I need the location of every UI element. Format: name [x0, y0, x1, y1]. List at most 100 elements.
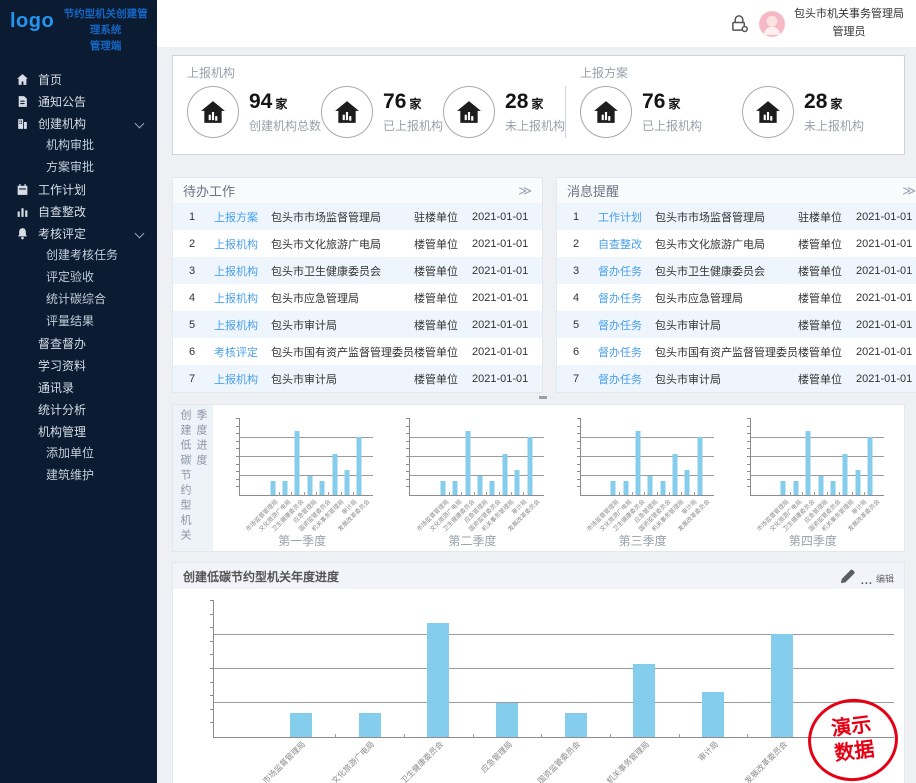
row-link[interactable]: 上报机构	[205, 371, 267, 387]
user-org: 包头市机关事务管理局	[794, 6, 904, 23]
sidebar-item-label: 首页	[38, 71, 62, 88]
stat-unit: 家	[830, 97, 842, 111]
sidebar-item-工作计划[interactable]: 工作计划	[0, 178, 157, 200]
row-unit-type: 楼管单位	[414, 344, 472, 360]
sidebar-item-自查整改[interactable]: 自查整改	[0, 200, 157, 222]
house-icon	[321, 86, 373, 138]
stats-group-label: 上报机构	[187, 64, 565, 81]
row-index: 1	[179, 211, 205, 223]
sidebar-subitem-机构审批[interactable]: 机构审批	[0, 134, 157, 156]
row-link[interactable]: 上报方案	[205, 209, 267, 225]
sidebar-subitem-统计碳综合[interactable]: 统计碳综合	[0, 288, 157, 310]
sidebar-item-考核评定[interactable]: 考核评定	[0, 222, 157, 244]
bar-发展改革委员会	[868, 437, 873, 495]
blank-icon	[16, 403, 29, 416]
sidebar-item-统计分析[interactable]: 统计分析	[0, 398, 157, 420]
chart-plot	[213, 601, 894, 738]
row-link[interactable]: 督办任务	[589, 263, 651, 279]
row-link[interactable]: 考核评定	[205, 344, 267, 360]
stat-value: 76家	[383, 90, 443, 113]
blank-icon	[16, 337, 29, 350]
stamp-line2: 数据	[833, 738, 876, 768]
sidebar-item-学习资料[interactable]: 学习资料	[0, 354, 157, 376]
row-org: 包头市市场监督管理局	[267, 209, 414, 225]
chevron-down-icon	[135, 119, 145, 129]
sidebar-item-label: 学习资料	[38, 357, 86, 374]
bar-文化旅游广电局	[283, 481, 288, 495]
row-date: 2021-01-01	[472, 292, 536, 304]
sidebar-item-督查督办[interactable]: 督查督办	[0, 332, 157, 354]
row-link[interactable]: 督办任务	[589, 344, 651, 360]
sidebar-item-label: 自查整改	[38, 203, 86, 220]
bar-市场监督管理局	[270, 481, 275, 495]
stat-unit: 家	[275, 97, 287, 111]
row-link[interactable]: 上报机构	[205, 236, 267, 252]
row-link[interactable]: 工作计划	[589, 209, 651, 225]
row-unit-type: 楼管单位	[798, 371, 856, 387]
calendar-icon	[16, 183, 29, 196]
todo-panel-title: 待办工作	[183, 181, 235, 200]
lock-icon[interactable]	[729, 14, 750, 33]
logo-area: logo 节约型机关创建管理系统 管理端	[0, 0, 157, 58]
row-index: 5	[179, 319, 205, 331]
stat-value: 94家	[249, 90, 321, 113]
row-unit-type: 楼管单位	[414, 236, 472, 252]
sidebar-subitem-评量结果[interactable]: 评量结果	[0, 310, 157, 332]
sidebar-subitem-添加单位[interactable]: 添加单位	[0, 442, 157, 464]
main-content: 上报机构 94家创建机构总数76家已上报机构28家未上报机构 上报方案 76家已…	[157, 47, 916, 783]
table-row: 2自查整改包头市文化旅游广电局楼管单位2021-01-01	[557, 230, 916, 257]
sidebar-item-首页[interactable]: 首页	[0, 68, 157, 90]
bar-卫生健康委员会	[465, 431, 470, 495]
stat-unit: 家	[668, 97, 680, 111]
row-link[interactable]: 督办任务	[589, 371, 651, 387]
stats-row: 94家创建机构总数76家已上报机构28家未上报机构	[187, 86, 565, 138]
row-link[interactable]: 上报机构	[205, 263, 267, 279]
row-unit-type: 楼管单位	[798, 290, 856, 306]
sidebar-item-通知公告[interactable]: 通知公告	[0, 90, 157, 112]
more-arrow-icon[interactable]: ≫	[518, 183, 532, 199]
sidebar-item-机构管理[interactable]: 机构管理	[0, 420, 157, 442]
bar-应急管理局	[307, 476, 312, 495]
row-unit-type: 楼管单位	[798, 236, 856, 252]
message-panel: 消息提醒 ≫ 1工作计划包头市市场监督管理局驻楼单位2021-01-012自查整…	[556, 177, 916, 393]
stat-caption: 未上报机构	[505, 117, 565, 134]
row-link[interactable]: 上报机构	[205, 290, 267, 306]
todo-panel-header: 待办工作 ≫	[173, 178, 542, 203]
sidebar-item-label: 通讯录	[38, 379, 74, 396]
row-link[interactable]: 督办任务	[589, 290, 651, 306]
sidebar-subitem-方案审批[interactable]: 方案审批	[0, 156, 157, 178]
quarter-chart-第四季度: 市场监督管理局文化旅游广电局卫生健康委员会应急管理局国资监管委员会机关事务管理局…	[728, 417, 898, 549]
stats-group-report-org: 上报机构 94家创建机构总数76家已上报机构28家未上报机构	[173, 56, 565, 154]
building-icon	[16, 117, 29, 130]
stat-item: 76家已上报机构	[580, 86, 742, 138]
chart-plot	[409, 419, 543, 496]
sidebar-subitem-建筑维护[interactable]: 建筑维护	[0, 464, 157, 486]
sidebar-item-label: 统计分析	[38, 401, 86, 418]
house-icon	[187, 86, 239, 138]
table-row: 5督办任务包头市审计局楼管单位2021-01-01	[557, 311, 916, 338]
house-icon	[443, 86, 495, 138]
row-link[interactable]: 督办任务	[589, 317, 651, 333]
user-role: 管理员	[794, 24, 904, 41]
bar-机关事务管理局	[673, 454, 678, 495]
more-arrow-icon[interactable]: ≫	[902, 183, 916, 199]
user-avatar[interactable]	[759, 11, 785, 37]
sidebar-item-通讯录[interactable]: 通讯录	[0, 376, 157, 398]
row-index: 7	[563, 373, 589, 385]
sidebar-item-创建机构[interactable]: 创建机构	[0, 112, 157, 134]
x-label: 市场监督管理局	[261, 739, 308, 783]
user-info[interactable]: 包头市机关事务管理局 管理员	[794, 6, 904, 40]
edit-button[interactable]: ... 编辑	[839, 568, 894, 585]
row-link[interactable]: 上报机构	[205, 317, 267, 333]
annual-chart-title: 创建低碳节约型机关年度进度	[183, 568, 339, 585]
sidebar: logo 节约型机关创建管理系统 管理端 首页通知公告创建机构机构审批方案审批工…	[0, 0, 157, 783]
row-index: 4	[563, 292, 589, 304]
chart-x-labels: 市场监督管理局文化旅游广电局卫生健康委员会应急管理局国资监管委员会机关事务管理局…	[750, 496, 890, 535]
edit-dots: ...	[861, 577, 873, 585]
edit-label: 编辑	[876, 572, 894, 585]
table-row: 1上报方案包头市市场监督管理局驻楼单位2021-01-01	[173, 203, 542, 230]
table-row: 7督办任务包头市审计局楼管单位2021-01-01	[557, 365, 916, 392]
sidebar-subitem-评定验收[interactable]: 评定验收	[0, 266, 157, 288]
sidebar-subitem-创建考核任务[interactable]: 创建考核任务	[0, 244, 157, 266]
row-link[interactable]: 自查整改	[589, 236, 651, 252]
